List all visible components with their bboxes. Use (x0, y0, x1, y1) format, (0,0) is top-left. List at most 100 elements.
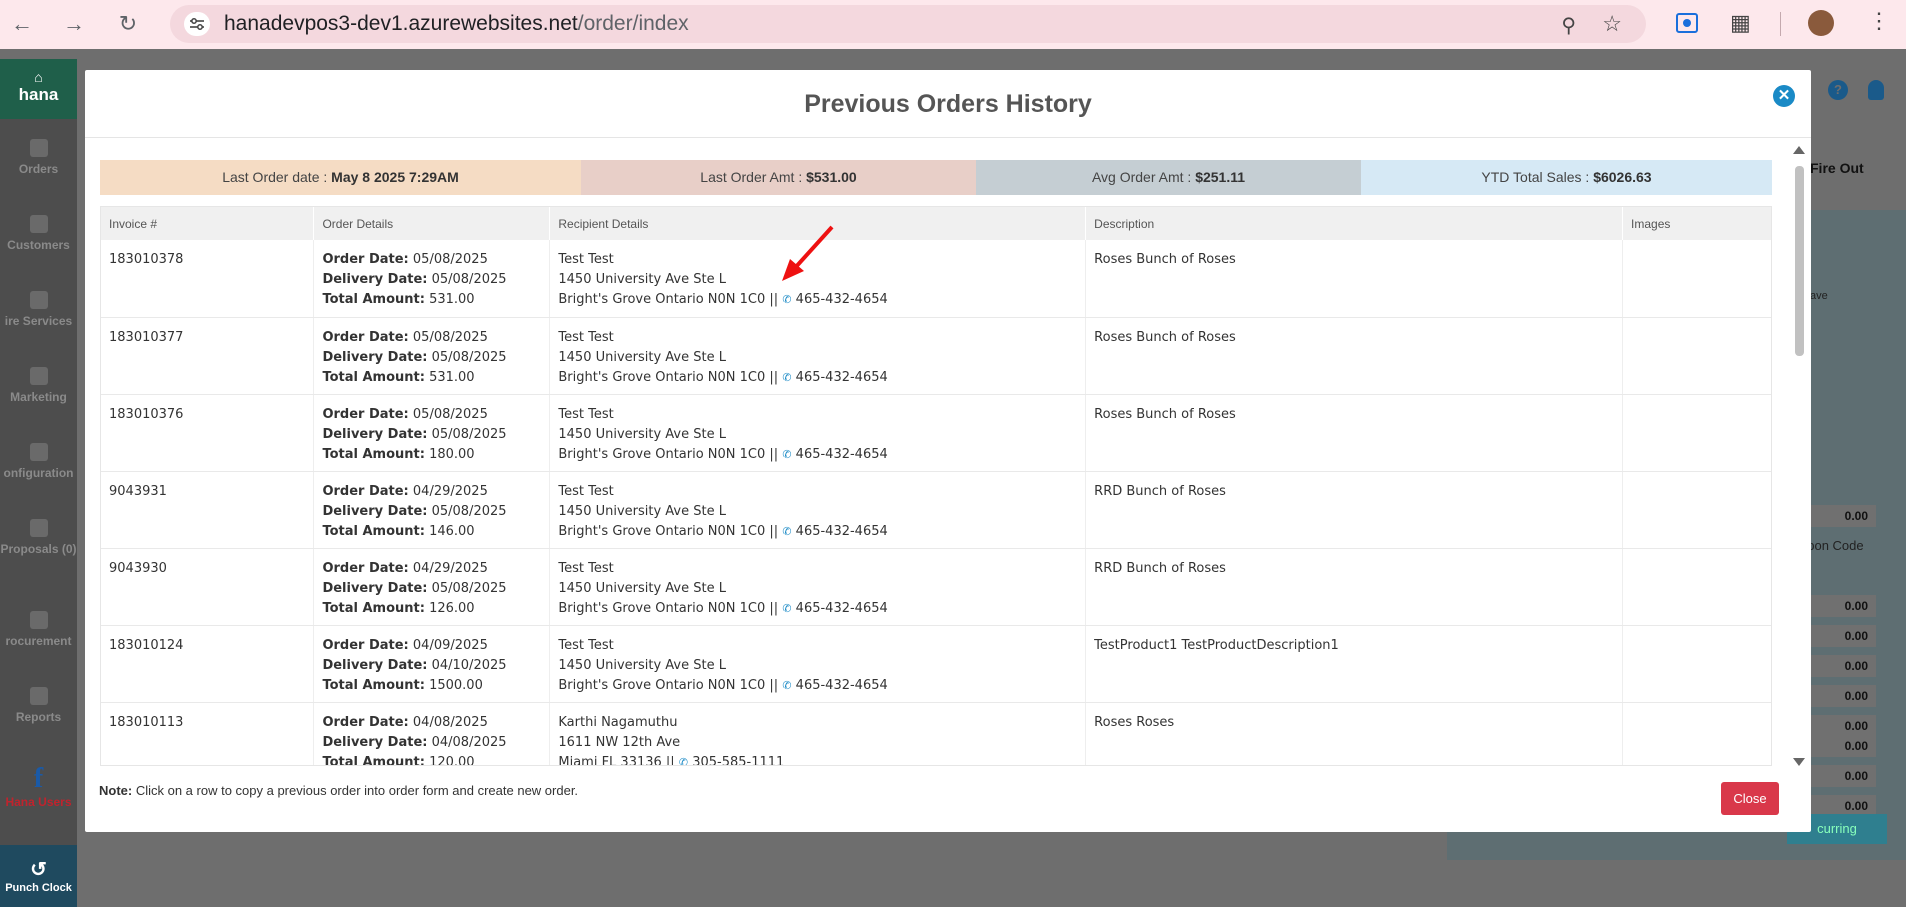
images-cell (1622, 471, 1771, 549)
avatar[interactable] (1808, 10, 1834, 36)
column-header-invoice: Invoice # (101, 207, 315, 240)
orders-icon (29, 139, 48, 157)
description-cell: RRD Bunch of Roses (1085, 548, 1624, 626)
zoom-icon[interactable]: ⚲ (1561, 13, 1576, 38)
recipient-details-cell: Test Test 1450 University Ave Ste L Brig… (549, 317, 1087, 395)
recipient-details-cell: Karthi Nagamuthu 1611 NW 12th Ave Miami … (549, 702, 1087, 766)
sidebar-item-hana-users[interactable]: f Hana Users (0, 763, 77, 809)
phone-icon: ✆ (782, 601, 792, 615)
extensions-icon[interactable]: ▦ (1730, 10, 1751, 36)
annotation-arrow-icon (782, 225, 834, 281)
sidebar-item-marketing[interactable]: Marketing (0, 367, 77, 404)
proposals-icon (29, 519, 48, 537)
description-cell: Roses Bunch of Roses (1085, 394, 1624, 472)
table-row[interactable]: 183010124 Order Date: 04/09/2025 Deliver… (101, 625, 1771, 703)
scroll-up-arrow[interactable] (1793, 146, 1805, 154)
sidebar-item-wire-services[interactable]: ire Services (0, 291, 77, 328)
home-icon: ⌂ (34, 69, 43, 85)
punch-clock-button[interactable]: ↺ Punch Clock (0, 845, 77, 907)
description-cell: Roses Bunch of Roses (1085, 240, 1624, 318)
invoice-cell: 183010378 (101, 240, 315, 318)
stat-avg-order-amt: Avg Order Amt : $251.11 (976, 160, 1361, 195)
phone-icon: ✆ (782, 370, 792, 384)
phone-icon: ✆ (782, 447, 792, 461)
bookmark-star-icon[interactable]: ☆ (1602, 11, 1622, 37)
table-row[interactable]: 9043931 Order Date: 04/29/2025 Delivery … (101, 471, 1771, 549)
sidebar-item-orders[interactable]: Orders (0, 139, 77, 176)
sidebar-item-customers[interactable]: Customers (0, 215, 77, 252)
divider (1780, 12, 1781, 36)
modal-header: Previous Orders History ✕ (85, 70, 1811, 138)
bg-fire-out-label: Fire Out (1810, 160, 1864, 176)
phone-icon: ✆ (782, 524, 792, 538)
recipient-details-cell: Test Test 1450 University Ave Ste L Brig… (549, 548, 1087, 626)
sidebar: ⌂ hana Orders Customers ire Services Mar… (0, 59, 77, 907)
sidebar-item-procurement[interactable]: rocurement (0, 611, 77, 648)
sidebar-item-configuration[interactable]: onfiguration (0, 443, 77, 480)
table-row[interactable]: 183010376 Order Date: 05/08/2025 Deliver… (101, 394, 1771, 472)
table-header-row: Invoice # Order Details Recipient Detail… (101, 207, 1771, 240)
bg-help-icon: ? (1828, 80, 1848, 100)
images-cell (1622, 317, 1771, 395)
invoice-cell: 183010113 (101, 702, 315, 765)
table-row[interactable]: 9043930 Order Date: 04/29/2025 Delivery … (101, 548, 1771, 626)
url-text: hanadevpos3-dev1.azurewebsites.net/order… (224, 12, 689, 35)
invoice-cell: 183010377 (101, 317, 315, 395)
column-header-order-details: Order Details (313, 207, 551, 240)
previous-orders-modal: Previous Orders History ✕ Last Order dat… (85, 70, 1811, 832)
stat-ytd-total-sales: YTD Total Sales : $6026.63 (1361, 160, 1772, 195)
invoice-cell: 9043931 (101, 471, 315, 549)
clock-icon: ↺ (30, 859, 47, 881)
back-icon[interactable]: ← (10, 11, 34, 36)
marketing-icon (29, 367, 48, 385)
order-details-cell: Order Date: 04/08/2025 Delivery Date: 04… (313, 702, 551, 765)
scroll-down-arrow[interactable] (1793, 758, 1805, 766)
phone-icon: ✆ (678, 755, 689, 766)
facebook-icon: f (33, 763, 44, 794)
sidebar-item-reports[interactable]: Reports (0, 687, 77, 724)
table-row[interactable]: 183010378 Order Date: 05/08/2025 Deliver… (101, 240, 1771, 318)
close-button[interactable]: Close (1721, 782, 1779, 815)
close-icon[interactable]: ✕ (1773, 85, 1795, 107)
invoice-cell: 183010376 (101, 394, 315, 472)
forward-icon[interactable]: → (62, 11, 86, 36)
description-cell: RRD Bunch of Roses (1085, 471, 1624, 549)
order-details-cell: Order Date: 04/29/2025 Delivery Date: 05… (313, 548, 551, 626)
table-row[interactable]: 183010113 Order Date: 04/08/2025 Deliver… (101, 702, 1771, 766)
screen-capture-icon[interactable] (1676, 13, 1698, 33)
orders-table: Invoice # Order Details Recipient Detail… (101, 207, 1771, 766)
column-header-description: Description (1085, 207, 1624, 240)
description-cell: Roses Bunch of Roses (1085, 317, 1624, 395)
orders-table-container[interactable]: Invoice # Order Details Recipient Detail… (100, 206, 1772, 766)
description-cell: Roses Roses (1085, 702, 1624, 765)
order-details-cell: Order Date: 05/08/2025 Delivery Date: 05… (313, 394, 551, 472)
hana-logo[interactable]: ⌂ hana (0, 59, 77, 119)
modal-title: Previous Orders History (804, 90, 1092, 118)
site-settings-icon[interactable] (184, 12, 210, 36)
phone-icon: ✆ (782, 293, 792, 306)
recipient-details-cell: Test Test 1450 University Ave Ste L Brig… (549, 625, 1087, 703)
recipient-details-cell: Test Test 1450 University Ave Ste L Brig… (549, 471, 1087, 549)
invoice-cell: 9043930 (101, 548, 315, 626)
bg-save-label: ave (1810, 290, 1828, 302)
recipient-details-cell: Test Test 1450 University Ave Ste L Brig… (549, 394, 1087, 472)
procurement-icon (29, 611, 48, 629)
menu-kebab-icon[interactable]: ⋮ (1868, 8, 1890, 34)
wire-services-icon (29, 291, 48, 309)
invoice-cell: 183010124 (101, 625, 315, 703)
order-details-cell: Order Date: 05/08/2025 Delivery Date: 05… (313, 240, 551, 318)
reload-icon[interactable]: ↻ (116, 11, 140, 36)
address-bar[interactable]: hanadevpos3-dev1.azurewebsites.net/order… (170, 5, 1646, 43)
images-cell (1622, 548, 1771, 626)
footer-note: Note: Click on a row to copy a previous … (99, 783, 579, 798)
images-cell (1622, 240, 1771, 318)
sidebar-item-proposals[interactable]: Proposals (0) (0, 519, 77, 556)
bg-user-icon (1868, 80, 1884, 100)
table-row[interactable]: 183010377 Order Date: 05/08/2025 Deliver… (101, 317, 1771, 395)
customers-icon (29, 215, 48, 233)
modal-scrollbar[interactable] (1792, 146, 1806, 766)
images-cell (1622, 702, 1771, 765)
scrollbar-thumb[interactable] (1795, 166, 1804, 356)
order-details-cell: Order Date: 04/09/2025 Delivery Date: 04… (313, 625, 551, 703)
order-stats-bar: Last Order date : May 8 2025 7:29AM Last… (100, 160, 1772, 195)
